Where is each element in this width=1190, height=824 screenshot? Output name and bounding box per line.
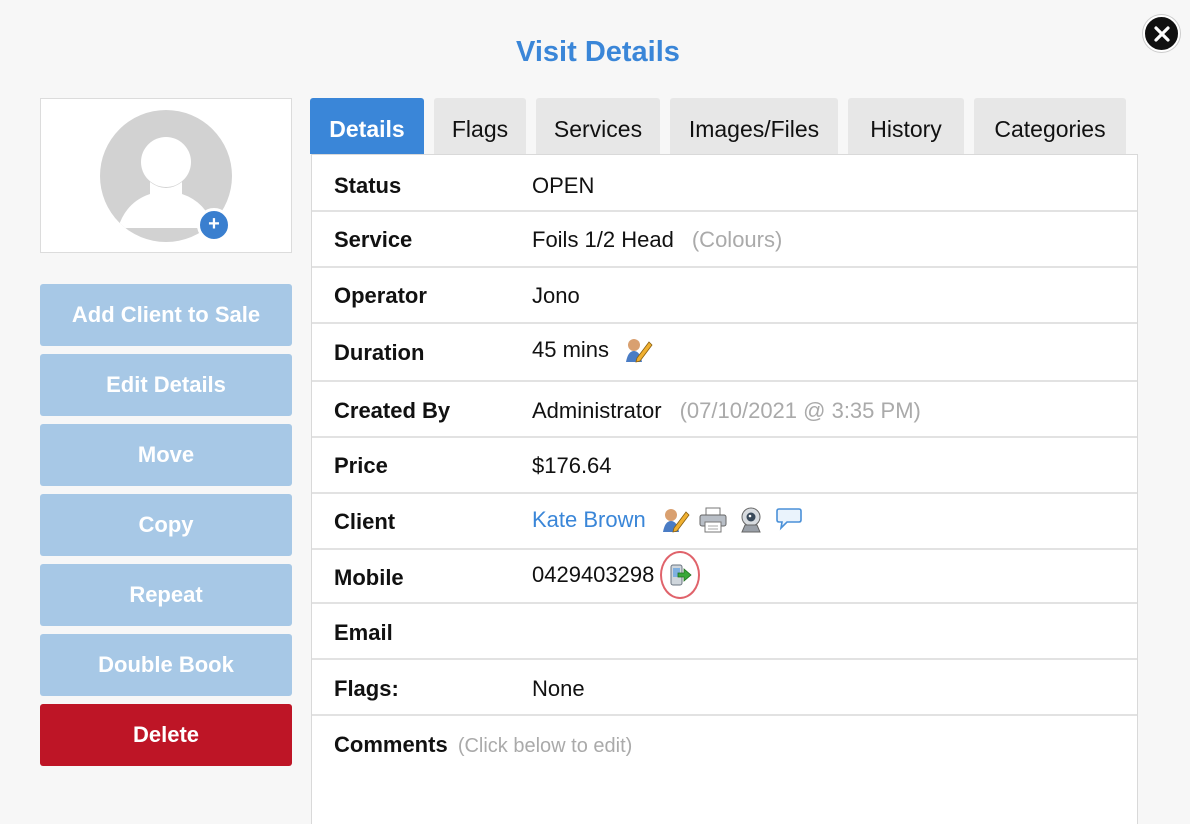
created-by-value-group: Administrator (07/10/2021 @ 3:35 PM) [532, 398, 921, 424]
printer-icon[interactable] [698, 506, 728, 534]
created-by-label: Created By [334, 398, 451, 423]
mobile-value: 0429403298 [532, 562, 655, 587]
row-client: Client Kate Brown [312, 494, 1137, 550]
edit-details-button[interactable]: Edit Details [40, 354, 292, 416]
price-value: $176.64 [532, 453, 612, 478]
add-client-to-sale-button[interactable]: Add Client to Sale [40, 284, 292, 346]
service-label: Service [334, 227, 413, 252]
tab-details[interactable]: Details [310, 98, 424, 154]
client-value-group: Kate Brown [532, 506, 804, 534]
row-status: Status OPEN [312, 155, 1137, 212]
copy-button[interactable]: Copy [40, 494, 292, 556]
row-email: Email [312, 604, 1137, 660]
row-comments: Comments (Click below to edit) [312, 716, 1137, 776]
tab-categories[interactable]: Categories [974, 98, 1126, 154]
status-value: OPEN [532, 173, 595, 198]
send-sms-button[interactable] [660, 551, 701, 599]
row-mobile: Mobile 0429403298 [312, 550, 1137, 604]
email-label: Email [334, 620, 393, 645]
row-created-by: Created By Administrator (07/10/2021 @ 3… [312, 382, 1137, 438]
row-operator: Operator Jono [312, 268, 1137, 324]
double-book-button[interactable]: Double Book [40, 634, 292, 696]
comments-label: Comments (Click below to edit) [334, 732, 632, 758]
service-category: (Colours) [691, 227, 783, 252]
row-service: Service Foils 1/2 Head (Colours) [312, 212, 1137, 268]
tab-flags[interactable]: Flags [434, 98, 526, 154]
tab-services[interactable]: Services [536, 98, 660, 154]
row-duration: Duration 45 mins [312, 324, 1137, 382]
edit-client-icon[interactable] [660, 506, 690, 534]
page-title: Visit Details [516, 36, 680, 68]
repeat-button[interactable]: Repeat [40, 564, 292, 626]
flags-label: Flags: [334, 676, 399, 701]
service-value: Foils 1/2 Head [532, 227, 674, 252]
tab-images-files[interactable]: Images/Files [670, 98, 838, 154]
message-icon[interactable] [774, 506, 804, 534]
operator-label: Operator [334, 283, 427, 308]
mobile-value-group: 0429403298 [532, 551, 701, 599]
move-button[interactable]: Move [40, 424, 292, 486]
row-price: Price $176.64 [312, 438, 1137, 494]
duration-value: 45 mins [532, 337, 610, 362]
webcam-icon[interactable] [736, 506, 766, 534]
operator-value: Jono [532, 283, 580, 308]
avatar-box: + [40, 98, 292, 253]
price-label: Price [334, 453, 388, 478]
client-label: Client [334, 509, 396, 534]
send-sms-icon [670, 564, 692, 586]
duration-value-group: 45 mins [532, 336, 653, 364]
created-timestamp: (07/10/2021 @ 3:35 PM) [679, 398, 921, 423]
comments-editor[interactable] [312, 776, 1137, 824]
add-photo-button[interactable]: + [197, 208, 231, 242]
service-value-group: Foils 1/2 Head (Colours) [532, 227, 782, 253]
edit-duration-icon[interactable] [623, 336, 653, 364]
duration-label: Duration [334, 340, 425, 365]
delete-button[interactable]: Delete [40, 704, 292, 766]
comments-label-text: Comments [334, 732, 448, 757]
created-by-value: Administrator [532, 398, 662, 423]
tab-history[interactable]: History [848, 98, 964, 154]
client-name-link[interactable]: Kate Brown [532, 507, 646, 533]
details-panel: Status OPEN Service Foils 1/2 Head (Colo… [311, 154, 1138, 824]
mobile-label: Mobile [334, 565, 404, 590]
status-label: Status [334, 173, 402, 198]
flags-value: None [532, 676, 585, 701]
row-flags: Flags: None [312, 660, 1137, 716]
comments-hint: (Click below to edit) [457, 735, 633, 757]
